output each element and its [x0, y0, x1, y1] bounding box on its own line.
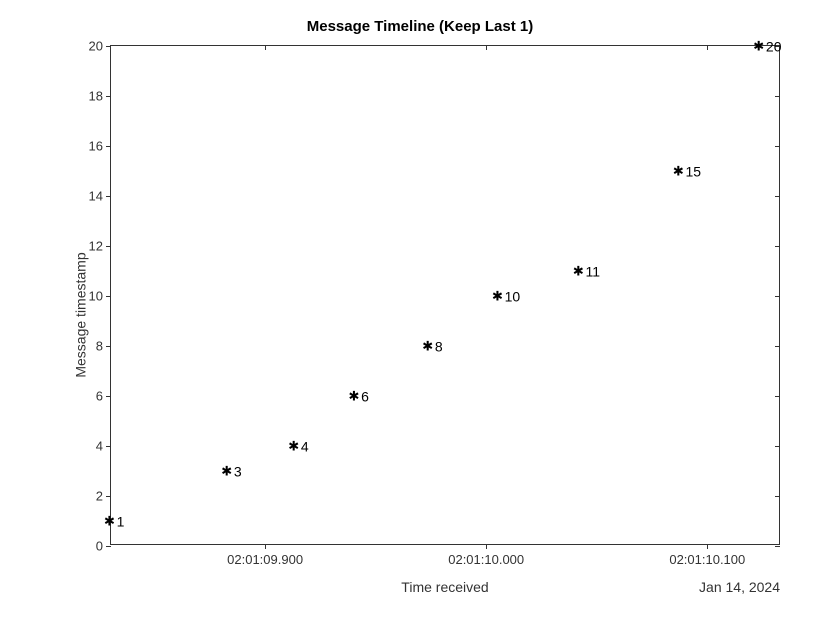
y-axis-label: Message timestamp: [73, 252, 89, 377]
asterisk-marker: ✱: [222, 463, 232, 480]
asterisk-marker: ✱: [104, 513, 114, 530]
data-point-label: 4: [301, 438, 309, 454]
y-tick-mark: [106, 96, 111, 97]
asterisk-marker: ✱: [754, 38, 764, 55]
asterisk-marker: ✱: [573, 263, 583, 280]
y-tick-mark: [106, 146, 111, 147]
y-tick-label: 14: [89, 189, 103, 204]
y-tick-mark: [775, 96, 780, 97]
data-point: ✱4: [289, 438, 309, 455]
y-tick-mark: [775, 446, 780, 447]
data-point-label: 3: [234, 463, 242, 479]
x-tick-label: 02:01:10.000: [448, 552, 524, 567]
data-point: ✱3: [222, 463, 242, 480]
data-point: ✱6: [349, 388, 369, 405]
y-tick-mark: [106, 296, 111, 297]
y-tick-label: 20: [89, 39, 103, 54]
y-tick-mark: [106, 196, 111, 197]
x-tick-label: 02:01:09.900: [227, 552, 303, 567]
y-tick-label: 0: [96, 539, 103, 554]
y-tick-mark: [775, 496, 780, 497]
y-tick-mark: [106, 496, 111, 497]
data-point-label: 11: [586, 263, 601, 279]
y-tick-label: 10: [89, 289, 103, 304]
y-tick-label: 18: [89, 89, 103, 104]
x-tick-mark: [486, 45, 487, 50]
y-tick-mark: [106, 546, 111, 547]
y-tick-mark: [775, 396, 780, 397]
chart-title: Message Timeline (Keep Last 1): [0, 18, 840, 35]
x-tick-label: 02:01:10.100: [669, 552, 745, 567]
y-tick-label: 4: [96, 439, 103, 454]
y-tick-label: 16: [89, 139, 103, 154]
data-point-label: 10: [505, 288, 521, 304]
y-tick-label: 12: [89, 239, 103, 254]
x-tick-mark: [265, 45, 266, 50]
y-tick-mark: [775, 546, 780, 547]
y-tick-mark: [106, 396, 111, 397]
data-point-label: 1: [117, 513, 125, 529]
y-tick-mark: [775, 196, 780, 197]
data-point: ✱8: [423, 338, 443, 355]
x-tick-mark: [486, 544, 487, 549]
asterisk-marker: ✱: [492, 288, 502, 305]
data-point: ✱1: [104, 513, 124, 530]
y-tick-mark: [775, 246, 780, 247]
data-point-label: 15: [686, 163, 702, 179]
data-point: ✱10: [492, 288, 520, 305]
x-tick-mark: [707, 45, 708, 50]
y-tick-mark: [106, 46, 111, 47]
data-point-label: 6: [361, 388, 369, 404]
x-axis-date: Jan 14, 2024: [699, 579, 780, 595]
asterisk-marker: ✱: [673, 163, 683, 180]
asterisk-marker: ✱: [423, 338, 433, 355]
data-point-label: 8: [435, 338, 443, 354]
y-tick-mark: [106, 246, 111, 247]
asterisk-marker: ✱: [349, 388, 359, 405]
y-tick-label: 2: [96, 489, 103, 504]
y-tick-label: 8: [96, 339, 103, 354]
asterisk-marker: ✱: [289, 438, 299, 455]
data-point-label: 20: [766, 38, 782, 54]
plot-area: 0246810121416182002:01:09.90002:01:10.00…: [110, 45, 780, 545]
y-tick-label: 6: [96, 389, 103, 404]
y-tick-mark: [775, 346, 780, 347]
x-axis-label: Time received: [110, 579, 780, 595]
y-tick-mark: [775, 146, 780, 147]
data-point: ✱20: [754, 38, 782, 55]
data-point: ✱15: [673, 163, 701, 180]
chart-container: Message Timeline (Keep Last 1) Message t…: [0, 0, 840, 630]
x-tick-mark: [707, 544, 708, 549]
y-tick-mark: [775, 296, 780, 297]
y-tick-mark: [106, 346, 111, 347]
x-tick-mark: [265, 544, 266, 549]
data-point: ✱11: [573, 263, 600, 280]
y-tick-mark: [106, 446, 111, 447]
